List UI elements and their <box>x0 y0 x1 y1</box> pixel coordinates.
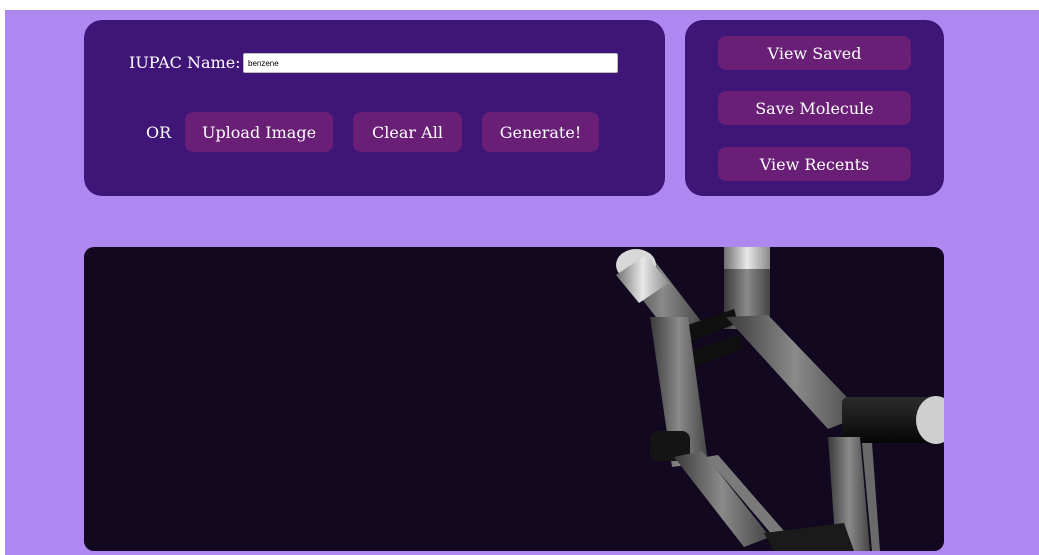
view-saved-button[interactable]: View Saved <box>718 36 911 70</box>
clear-all-button[interactable]: Clear All <box>353 112 462 152</box>
atom-bond-right <box>726 315 944 444</box>
page-background: IUPAC Name: OR Upload Image Clear All Ge… <box>5 10 1039 555</box>
molecule-3d-viewer[interactable] <box>84 247 944 551</box>
or-label: OR <box>146 123 172 142</box>
save-molecule-button[interactable]: Save Molecule <box>718 91 911 125</box>
input-panel: IUPAC Name: OR Upload Image Clear All Ge… <box>84 20 665 196</box>
upload-image-button[interactable]: Upload Image <box>185 112 333 152</box>
iupac-name-label: IUPAC Name: <box>129 53 241 72</box>
generate-button[interactable]: Generate! <box>482 112 599 152</box>
iupac-name-input[interactable] <box>243 53 618 73</box>
view-recents-button[interactable]: View Recents <box>718 147 911 181</box>
side-menu-panel: View Saved Save Molecule View Recents <box>685 20 944 196</box>
molecule-render <box>616 247 944 551</box>
